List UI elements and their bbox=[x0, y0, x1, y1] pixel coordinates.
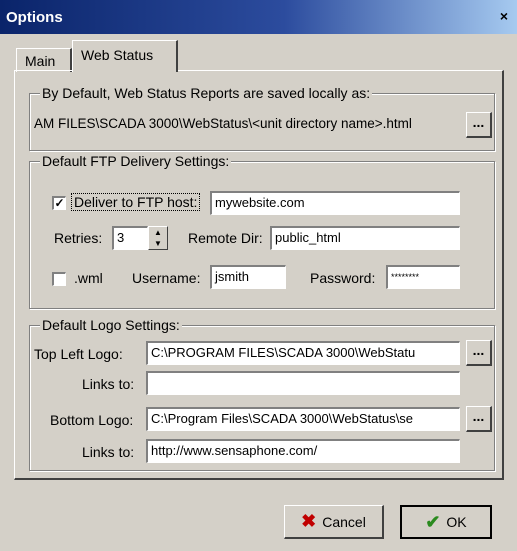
logo-settings-legend: Default Logo Settings: bbox=[40, 317, 182, 333]
ok-button-label: OK bbox=[446, 514, 467, 530]
bottom-logo-label: Bottom Logo: bbox=[50, 412, 134, 428]
bottom-logo-input[interactable]: C:\Program Files\SCADA 3000\WebStatus\se bbox=[146, 407, 460, 431]
save-path-text: AM FILES\SCADA 3000\WebStatus\<unit dire… bbox=[34, 116, 412, 131]
retries-spinner[interactable]: ▲ ▼ bbox=[148, 226, 168, 250]
retries-label: Retries: bbox=[54, 230, 103, 246]
ok-button[interactable]: ✔ OK bbox=[400, 505, 492, 539]
password-input[interactable]: ******** bbox=[386, 265, 460, 289]
username-input[interactable]: jsmith bbox=[210, 265, 286, 289]
wml-label: .wml bbox=[74, 270, 103, 286]
deliver-ftp-label-wrap: Deliver to FTP host: bbox=[70, 193, 201, 211]
check-icon: ✓ bbox=[54, 196, 65, 210]
top-left-logo-label: Top Left Logo: bbox=[34, 346, 123, 362]
bottom-logo-browse-button[interactable]: ... bbox=[466, 406, 492, 432]
bottom-links-label: Links to: bbox=[82, 444, 135, 460]
web-status-panel: By Default, Web Status Reports are saved… bbox=[14, 70, 504, 480]
top-links-label: Links to: bbox=[82, 376, 135, 392]
retries-input[interactable]: 3 bbox=[112, 226, 148, 250]
cancel-button-label: Cancel bbox=[322, 513, 366, 530]
remote-dir-input[interactable]: public_html bbox=[270, 226, 460, 250]
username-label: Username: bbox=[132, 270, 201, 286]
top-links-input[interactable] bbox=[146, 371, 460, 395]
window-title: Options bbox=[6, 9, 63, 26]
logo-settings-group: Default Logo Settings: Top Left Logo: C:… bbox=[29, 317, 495, 471]
wml-checkbox[interactable] bbox=[52, 272, 66, 286]
save-path-browse-button[interactable]: ... bbox=[466, 112, 492, 138]
title-bar[interactable]: Options × bbox=[0, 0, 517, 34]
bottom-links-input[interactable]: http://www.sensaphone.com/ bbox=[146, 439, 460, 463]
cancel-button[interactable]: ✖ Cancel bbox=[284, 505, 384, 539]
close-icon[interactable]: × bbox=[495, 8, 513, 24]
spin-up-icon[interactable]: ▲ bbox=[149, 227, 167, 238]
spin-down-icon[interactable]: ▼ bbox=[149, 238, 167, 249]
cancel-x-icon: ✖ bbox=[301, 511, 317, 531]
top-left-logo-input[interactable]: C:\PROGRAM FILES\SCADA 3000\WebStatu bbox=[146, 341, 460, 365]
password-label: Password: bbox=[310, 270, 376, 286]
deliver-ftp-label: Deliver to FTP host: bbox=[70, 193, 201, 211]
top-left-logo-browse-button[interactable]: ... bbox=[466, 340, 492, 366]
deliver-ftp-checkbox[interactable]: ✓ bbox=[52, 196, 66, 210]
remote-dir-label: Remote Dir: bbox=[188, 230, 263, 246]
ftp-host-input[interactable]: mywebsite.com bbox=[210, 191, 460, 215]
save-location-group: By Default, Web Status Reports are saved… bbox=[29, 85, 495, 151]
ftp-settings-group: Default FTP Delivery Settings: ✓ Deliver… bbox=[29, 153, 495, 309]
checkmark-icon: ✔ bbox=[425, 511, 441, 532]
options-dialog: Options × Main Web Status By Default, We… bbox=[0, 0, 517, 551]
tab-main[interactable]: Main bbox=[16, 48, 72, 72]
ftp-settings-legend: Default FTP Delivery Settings: bbox=[40, 153, 232, 169]
save-location-legend: By Default, Web Status Reports are saved… bbox=[40, 85, 373, 101]
tab-web-status[interactable]: Web Status bbox=[72, 40, 178, 72]
